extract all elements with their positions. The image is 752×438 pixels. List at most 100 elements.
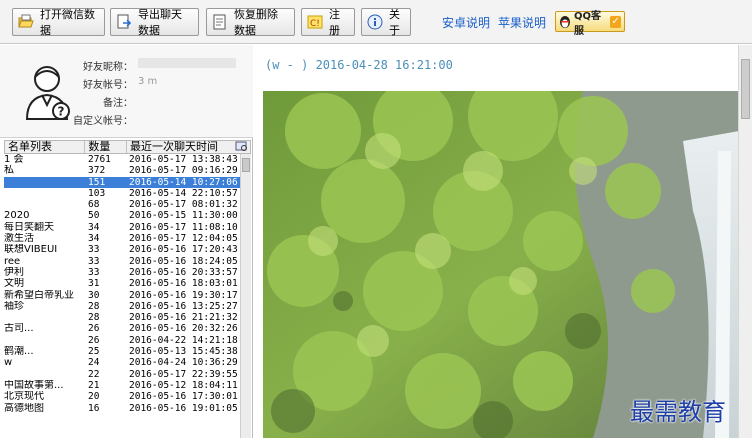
contact-row[interactable]: 袖珍 28 2016-05-16 13:25:27 <box>4 301 240 312</box>
last-chat-time: 2016-05-17 12:04:05 <box>129 233 238 245</box>
contact-row[interactable]: 古司... 26 2016-05-16 20:32:26 <box>4 323 240 334</box>
contact-name: 2020 <box>4 210 30 222</box>
message-count: 25 <box>88 346 100 358</box>
last-chat-time: 2016-05-16 20:33:57 <box>129 266 238 278</box>
contact-row[interactable]: 28 2016-05-16 21:21:32 <box>4 312 240 323</box>
open-wechat-data-label: 打开微信数据 <box>40 8 95 37</box>
column-time-header[interactable]: 最近一次聊天时间 <box>127 141 234 153</box>
contact-list-scrollbar[interactable] <box>240 154 251 438</box>
message-count: 151 <box>88 176 106 188</box>
alias-label: 自定义帐号： <box>73 116 133 127</box>
contact-name: 联想VIBEUI <box>4 244 58 256</box>
scrollbar-thumb[interactable] <box>741 59 750 119</box>
contact-row[interactable]: 联想VIBEUI 33 2016-05-16 17:20:43 <box>4 244 240 255</box>
contact-row[interactable]: 中国故事第... 21 2016-05-12 18:04:11 <box>4 380 240 391</box>
contact-row[interactable]: 68 2016-05-17 08:01:32 <box>4 199 240 210</box>
contact-row[interactable]: 103 2016-05-14 22:10:57 <box>4 188 240 199</box>
contact-name: 古司... <box>4 323 34 335</box>
register-button[interactable]: C! 注 册 <box>301 8 355 37</box>
search-icon[interactable] <box>234 141 250 153</box>
contact-row[interactable]: 激生活 34 2016-05-17 12:04:05 <box>4 233 240 244</box>
contact-name: 中国故事第... <box>4 379 64 391</box>
remark-label: 备注： <box>103 98 133 109</box>
about-button[interactable]: 关于 <box>361 8 411 37</box>
contact-row[interactable]: 26 2016-04-22 14:21:18 <box>4 335 240 346</box>
contact-panel: ? 好友昵称： 好友帐号： 3 m 备注： 自定义帐号： 名单列表 数量 最近一… <box>0 45 253 438</box>
last-chat-time: 2016-05-16 13:25:27 <box>129 300 238 312</box>
restore-icon <box>212 14 228 30</box>
message-count: 26 <box>88 334 100 346</box>
svg-text:C!: C! <box>310 19 320 29</box>
last-chat-time: 2016-04-22 14:21:18 <box>129 334 238 346</box>
scrollbar-thumb[interactable] <box>242 158 250 172</box>
export-chat-data-button[interactable]: 导出聊天数据 <box>110 8 199 37</box>
export-icon <box>116 14 132 30</box>
export-chat-data-label: 导出聊天数据 <box>138 8 182 37</box>
message-count: 33 <box>88 244 100 256</box>
last-chat-time: 2016-05-17 09:16:29 <box>129 165 238 177</box>
restore-deleted-data-button[interactable]: 恢复删除数据 <box>206 8 295 37</box>
register-icon: C! <box>307 14 323 30</box>
iphone-guide-link[interactable]: 苹果说明 <box>498 14 546 31</box>
chat-panel: (w - ) 2016-04-28 16:21:00 <box>255 45 752 438</box>
last-chat-time: 2016-05-16 18:03:01 <box>129 278 238 290</box>
message-count: 26 <box>88 323 100 335</box>
android-guide-link[interactable]: 安卓说明 <box>442 14 490 31</box>
message-count: 103 <box>88 187 106 199</box>
waterfall-cliff-photo <box>263 91 739 438</box>
contact-row[interactable]: 2020 50 2016-05-15 11:30:00 <box>4 210 240 221</box>
nickname-value-redacted <box>138 58 236 68</box>
last-chat-time: 2016-05-16 17:20:43 <box>129 244 238 256</box>
open-wechat-data-button[interactable]: 打开微信数据 <box>12 8 105 37</box>
message-count: 22 <box>88 368 100 380</box>
contact-row[interactable]: 北京现代 20 2016-05-16 17:30:01 <box>4 391 240 402</box>
contact-row[interactable]: 私 372 2016-05-17 09:16:29 <box>4 165 240 176</box>
contact-row[interactable]: 伊利 33 2016-05-16 20:33:57 <box>4 267 240 278</box>
contact-name: 1 会 <box>4 154 24 165</box>
last-chat-time: 2016-05-16 20:32:26 <box>129 323 238 335</box>
nickname-label: 好友昵称： <box>83 62 133 73</box>
contact-name: 北京现代 <box>4 391 44 403</box>
last-chat-time: 2016-05-16 18:24:05 <box>129 255 238 267</box>
chat-image[interactable] <box>263 91 739 438</box>
contact-row[interactable]: 新希望白帝乳业 30 2016-05-16 19:30:17 <box>4 290 240 301</box>
message-count: 30 <box>88 289 100 301</box>
message-count: 28 <box>88 312 100 324</box>
contact-row[interactable]: 1 会 2761 2016-05-17 13:38:43 <box>4 154 240 165</box>
contact-row[interactable]: w 24 2016-04-24 10:36:29 <box>4 357 240 368</box>
message-count: 16 <box>88 402 100 414</box>
contact-name <box>4 177 85 188</box>
contact-name: 鹤潮... <box>4 346 34 358</box>
contact-row[interactable]: 鹤潮... 25 2016-05-13 15:45:38 <box>4 346 240 357</box>
contact-list[interactable]: 1 会 2761 2016-05-17 13:38:43 私 372 2016-05-17… <box>4 154 240 438</box>
last-chat-time: 2016-05-15 11:30:00 <box>129 210 238 222</box>
account-value: 3 m <box>138 76 158 87</box>
contact-name: 新希望白帝乳业 <box>4 289 74 301</box>
last-chat-time: 2016-05-16 17:30:01 <box>129 391 238 403</box>
column-name-header[interactable]: 名单列表 <box>5 141 86 153</box>
folder-open-icon <box>18 14 34 30</box>
message-count: 33 <box>88 266 100 278</box>
toolbar: 打开微信数据 导出聊天数据 恢复删除数据 C! 注 册 关于 安卓说明 苹果说明… <box>0 0 752 44</box>
contact-row[interactable]: ree 33 2016-05-16 18:24:05 <box>4 256 240 267</box>
message-count: 34 <box>88 233 100 245</box>
contact-name: 袖珍 <box>4 300 24 312</box>
last-chat-time: 2016-05-16 19:30:17 <box>129 289 238 301</box>
qq-service-button[interactable]: QQ客服 ✓ <box>555 11 625 37</box>
contact-row[interactable]: 151 2016-05-14 10:27:06 <box>4 176 240 188</box>
last-chat-time: 2016-05-14 22:10:57 <box>129 187 238 199</box>
message-count: 31 <box>88 278 100 290</box>
contact-name: ree <box>4 255 21 267</box>
qq-penguin-icon <box>559 15 571 29</box>
contact-row[interactable]: 每日笑翻天 34 2016-05-17 11:08:10 <box>4 222 240 233</box>
account-label: 好友帐号： <box>83 80 133 91</box>
column-count-header[interactable]: 数量 <box>85 141 128 153</box>
last-chat-time: 2016-05-17 22:39:55 <box>129 368 238 380</box>
message-count: 20 <box>88 391 100 403</box>
contact-row[interactable]: 文明 31 2016-05-16 18:03:01 <box>4 278 240 289</box>
last-chat-time: 2016-05-14 10:27:06 <box>129 176 238 188</box>
chat-scrollbar[interactable] <box>738 45 752 438</box>
contact-row[interactable]: 22 2016-05-17 22:39:55 <box>4 369 240 380</box>
restore-deleted-data-label: 恢复删除数据 <box>234 8 278 37</box>
contact-row[interactable]: 高德地图 16 2016-05-16 19:01:05 <box>4 403 240 414</box>
